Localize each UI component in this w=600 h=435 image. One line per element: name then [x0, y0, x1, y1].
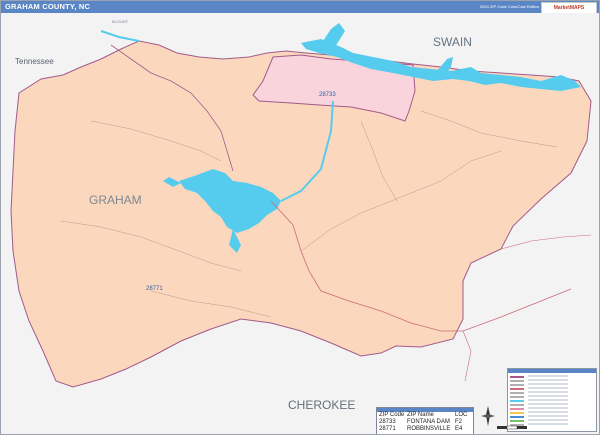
title-bar: GRAHAM COUNTY, NC 2020 ZIP Code ColorCas…: [1, 1, 599, 14]
edition-label: 2020 ZIP Code ColorCast Edition: [479, 4, 539, 9]
legend-item: [510, 375, 594, 378]
legend-item: [510, 383, 594, 386]
legend-item: [510, 403, 594, 406]
legend-item: [510, 391, 594, 394]
zip-table-row[interactable]: 28771 ROBBINSVILLE E4: [377, 426, 473, 433]
legend-header: [508, 369, 596, 373]
legend-item: [510, 387, 594, 390]
cherokee-label: CHEROKEE: [288, 398, 356, 412]
legend-item: [510, 399, 594, 402]
graham-label: GRAHAM: [89, 193, 142, 207]
legend-item: [510, 411, 594, 414]
legend-item: [510, 419, 594, 422]
zip-label-28771[interactable]: 28771: [146, 286, 163, 292]
legend-item: [510, 407, 594, 410]
swain-label: SWAIN: [433, 35, 472, 49]
zip-code-table: ZIP Code ZIP Name LOC 28733 FONTANA DAM …: [376, 407, 474, 434]
scale-bar: [497, 425, 527, 430]
map-frame: GRAHAM COUNTY, NC 2020 ZIP Code ColorCas…: [0, 0, 600, 435]
legend-item: [510, 395, 594, 398]
zip-table-header: ZIP Code ZIP Name LOC: [379, 412, 468, 418]
legend-item: [510, 415, 594, 418]
blount-label: BLOUNT: [112, 19, 129, 24]
compass-rose-icon: [481, 406, 495, 426]
legend-item: [510, 379, 594, 382]
tennessee-label: Tennessee: [15, 57, 54, 66]
map-title: GRAHAM COUNTY, NC: [5, 2, 91, 11]
map-legend: [507, 368, 597, 432]
zip-table-row[interactable]: 28733 FONTANA DAM F2: [377, 419, 473, 426]
zip-label-28733[interactable]: 28733: [319, 92, 336, 98]
